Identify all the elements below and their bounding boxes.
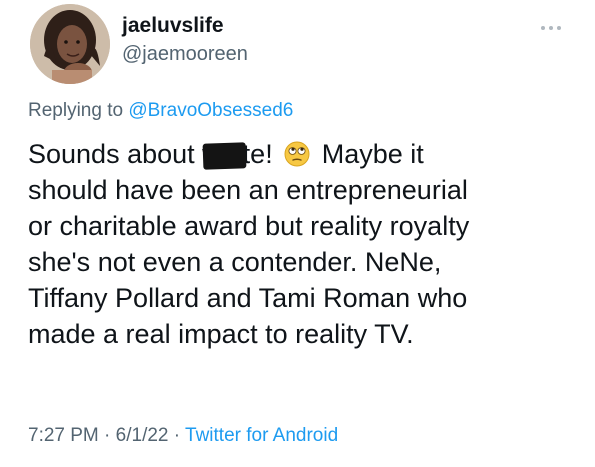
tweet-text-fragment: Maybe it: [314, 139, 424, 169]
tweet-time[interactable]: 7:27 PM: [28, 425, 99, 446]
tweet-line: made a real impact to reality TV.: [28, 319, 414, 349]
more-dot: [557, 26, 561, 30]
tweet-line: or charitable award but reality royalty: [28, 211, 470, 241]
redacted-word: white: [202, 136, 265, 172]
tweet-line: should have been an entrepreneurial: [28, 175, 468, 205]
tweet-text: Sounds about white! Maybe it should have…: [28, 136, 583, 352]
replying-to-label: Replying to: [28, 100, 129, 121]
tweet-text-fragment: Sounds about: [28, 139, 203, 169]
meta-separator: ·: [168, 425, 186, 446]
tweet-line: she's not even a contender. NeNe,: [28, 247, 442, 277]
user-handle[interactable]: @jaemooreen: [122, 43, 248, 66]
meta-separator: ·: [98, 425, 116, 446]
reply-mention-link[interactable]: @BravoObsessed6: [128, 100, 293, 121]
tweet-metadata: 7:27 PM · 6/1/22 · Twitter for Android: [28, 425, 338, 447]
tweet-text-fragment: !: [265, 139, 281, 169]
more-horizontal-icon[interactable]: [538, 20, 568, 36]
avatar[interactable]: [30, 4, 110, 84]
eye-roll-emoji: [284, 141, 310, 167]
tweet-card: jaeluvslife @jaemooreen Replying to @Bra…: [0, 0, 595, 467]
more-dot: [541, 26, 545, 30]
tweet-line: Tiffany Pollard and Tami Roman who: [28, 283, 468, 313]
redaction-scribble: [202, 142, 247, 170]
replying-to: Replying to @BravoObsessed6: [28, 100, 293, 122]
tweet-source-link[interactable]: Twitter for Android: [185, 425, 338, 446]
display-name[interactable]: jaeluvslife: [122, 14, 224, 38]
tweet-line: Sounds about white! Maybe it: [28, 136, 583, 172]
tweet-date[interactable]: 6/1/22: [116, 425, 169, 446]
more-dot: [549, 26, 553, 30]
